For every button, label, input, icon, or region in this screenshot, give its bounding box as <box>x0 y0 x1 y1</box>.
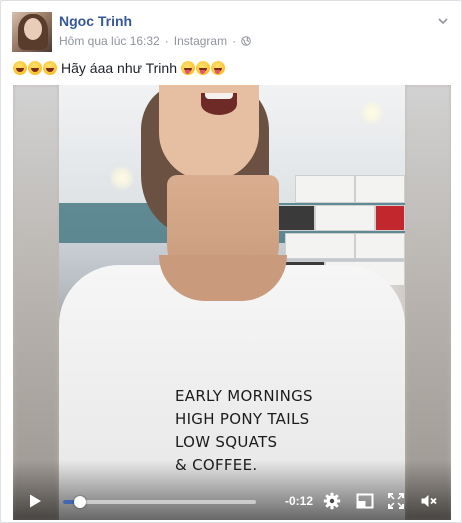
caption-text: Hãy áaa như Trinh <box>61 60 177 76</box>
grinning-tears-emoji <box>13 61 27 75</box>
play-icon[interactable] <box>27 493 43 509</box>
video-frame[interactable]: EARLY MORNINGS HIGH PONY TAILS LOW SQUAT… <box>59 85 405 520</box>
avatar[interactable] <box>12 12 52 52</box>
tongue-out-emoji <box>181 61 195 75</box>
person-teeth <box>205 93 233 99</box>
grinning-tears-emoji <box>28 61 42 75</box>
post-source[interactable]: Instagram <box>174 34 227 48</box>
meta-separator: · <box>164 34 169 48</box>
grinning-tears-emoji <box>43 61 57 75</box>
emoji-group-after <box>181 61 225 75</box>
video-blur-left <box>13 85 59 520</box>
emoji-group-before <box>13 61 57 75</box>
tshirt-line: EARLY MORNINGS <box>175 387 313 405</box>
progress-bar[interactable] <box>63 496 256 508</box>
tongue-out-emoji <box>196 61 210 75</box>
globe-icon[interactable] <box>241 36 251 46</box>
ceiling-light <box>109 165 135 191</box>
tshirt-line: LOW SQUATS <box>175 433 278 451</box>
progress-handle[interactable] <box>74 496 87 508</box>
pip-icon[interactable] <box>356 492 374 510</box>
post-caption: Hãy áaa như Trinh <box>13 60 225 76</box>
video-controls: -0:12 <box>13 482 451 520</box>
post-card: Ngoc Trinh Hôm qua lúc 16:32 · Instagram… <box>0 0 462 523</box>
tshirt-line: HIGH PONY TAILS <box>175 410 310 428</box>
mute-icon[interactable] <box>420 492 438 510</box>
author-name[interactable]: Ngoc Trinh <box>59 13 132 29</box>
video-player[interactable]: EARLY MORNINGS HIGH PONY TAILS LOW SQUAT… <box>13 85 451 520</box>
tongue-out-emoji <box>211 61 225 75</box>
ceiling-light <box>359 100 385 126</box>
fullscreen-icon[interactable] <box>387 492 405 510</box>
time-remaining: -0:12 <box>285 494 314 508</box>
post-timestamp[interactable]: Hôm qua lúc 16:32 <box>59 34 160 48</box>
meta-separator-2: · <box>232 34 237 48</box>
gear-icon[interactable] <box>323 492 341 510</box>
video-blur-right <box>405 85 451 520</box>
chevron-down-icon[interactable] <box>437 15 449 27</box>
post-meta: Hôm qua lúc 16:32 · Instagram · <box>59 34 251 48</box>
